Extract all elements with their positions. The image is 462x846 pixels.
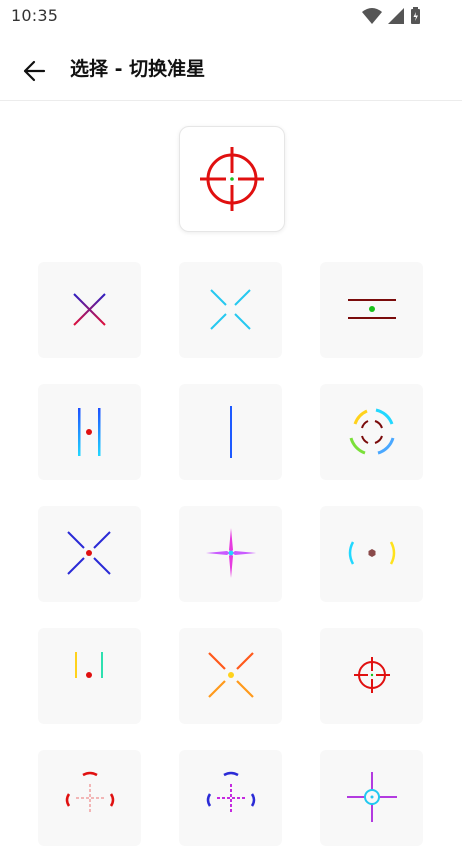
status-time: 10:35 xyxy=(11,6,59,25)
status-bar: 10:35 xyxy=(0,0,462,32)
crosshair-option-1[interactable] xyxy=(38,262,141,358)
dark-red-double-line-crosshair xyxy=(348,299,396,319)
red-circle-scope-crosshair xyxy=(200,147,264,211)
red-scope-small-crosshair xyxy=(354,657,390,693)
arrow-left-icon xyxy=(23,60,46,82)
crosshair-option-12[interactable] xyxy=(320,628,423,724)
crosshair-option-6[interactable] xyxy=(320,384,423,480)
purple-arc-dotted-crosshair xyxy=(206,771,256,812)
cyan-yellow-bracket-crosshair xyxy=(348,541,396,565)
crosshair-option-14[interactable] xyxy=(179,750,282,846)
crosshair-option-13[interactable] xyxy=(38,750,141,846)
crosshair-option-11[interactable] xyxy=(179,628,282,724)
status-icons xyxy=(362,6,432,26)
selected-crosshair-card[interactable] xyxy=(179,126,285,232)
battery-icon xyxy=(411,7,420,24)
blue-vertical-bars-crosshair xyxy=(78,408,101,456)
purple-red-x-crosshair xyxy=(73,293,106,326)
crosshair-option-2[interactable] xyxy=(179,262,282,358)
page-title: 选择 - 切换准星 xyxy=(70,58,206,80)
crosshair-option-3[interactable] xyxy=(320,262,423,358)
yellow-green-h-crosshair xyxy=(66,652,112,678)
crosshair-option-9[interactable] xyxy=(320,506,423,602)
crosshair-option-8[interactable] xyxy=(179,506,282,602)
blue-plus-crosshair xyxy=(205,406,257,458)
crosshair-option-5[interactable] xyxy=(179,384,282,480)
crosshair-option-4[interactable] xyxy=(38,384,141,480)
wifi-icon xyxy=(362,8,382,24)
blue-x-red-dot-crosshair xyxy=(67,531,111,575)
cyan-split-x-crosshair xyxy=(210,289,251,330)
crosshair-option-10[interactable] xyxy=(38,628,141,724)
crosshair-option-15[interactable] xyxy=(320,750,423,846)
crosshair-option-7[interactable] xyxy=(38,506,141,602)
red-arc-dotted-crosshair xyxy=(65,771,115,812)
orange-x-crosshair xyxy=(208,652,254,698)
signal-icon xyxy=(388,8,404,24)
back-button[interactable] xyxy=(16,52,54,90)
rainbow-ring-crosshair xyxy=(349,408,395,455)
violet-circle-plus-crosshair xyxy=(347,772,397,822)
magenta-star-crosshair xyxy=(206,528,256,578)
app-bar: 选择 - 切换准星 xyxy=(0,40,462,101)
